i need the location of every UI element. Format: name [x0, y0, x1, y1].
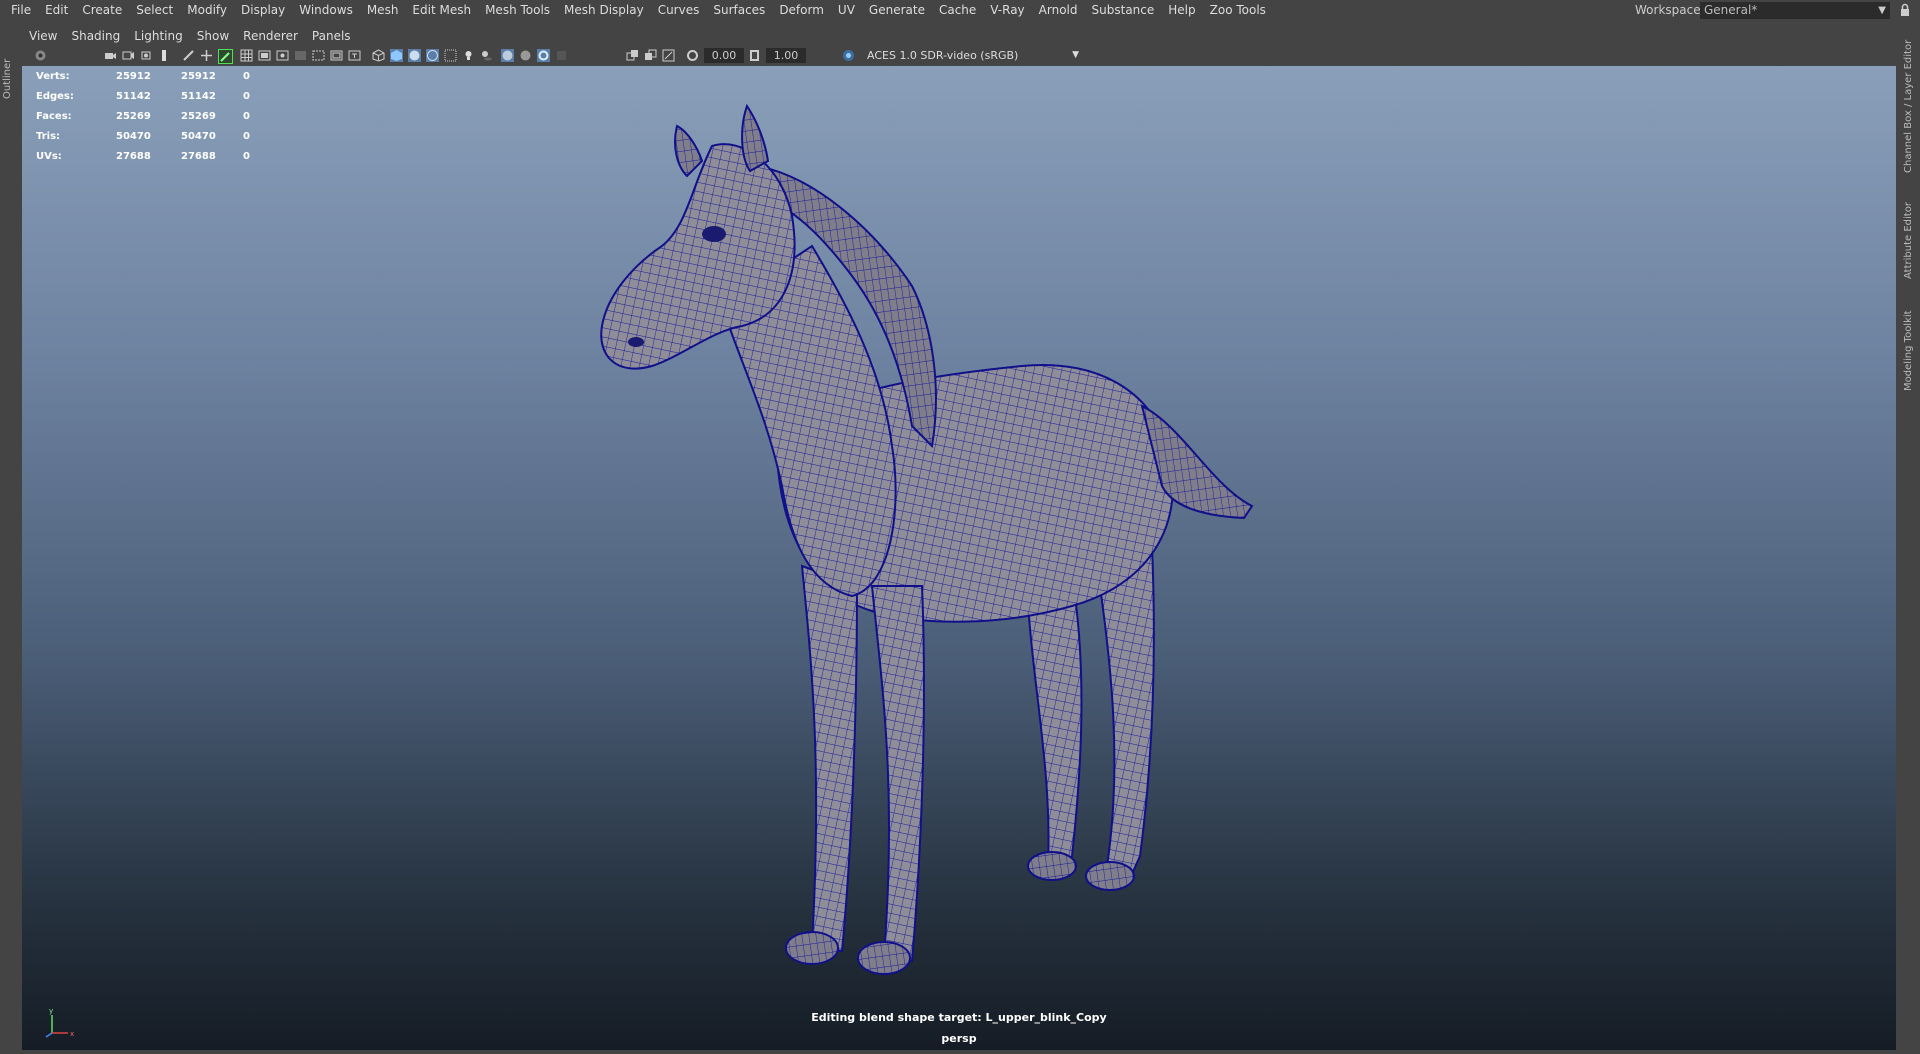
- camera-attributes-icon[interactable]: [122, 49, 135, 62]
- hud-row-edges: Edges: 51142 51142 0: [36, 91, 250, 102]
- view-transform-icon[interactable]: [842, 49, 855, 62]
- svg-text:y: y: [49, 1007, 53, 1015]
- motion-blur-icon[interactable]: [519, 49, 532, 62]
- grease-pencil-icon[interactable]: [200, 49, 213, 62]
- svg-text:x: x: [70, 1030, 74, 1038]
- wireframe-on-shaded-icon[interactable]: [408, 49, 421, 62]
- colorspace-select[interactable]: ACES 1.0 SDR-video (sRGB) ▼: [863, 48, 1083, 63]
- lock-icon[interactable]: [1897, 2, 1913, 18]
- panel-menu-show[interactable]: Show: [190, 29, 236, 43]
- workspace-value: General*: [1704, 3, 1758, 17]
- menu-edit-mesh[interactable]: Edit Mesh: [405, 0, 478, 21]
- hud-row-faces: Faces: 25269 25269 0: [36, 111, 250, 122]
- pencil-icon[interactable]: [218, 49, 233, 64]
- isolate-select-icon[interactable]: [626, 49, 639, 62]
- multisample-aa-icon[interactable]: [537, 49, 550, 62]
- hud-row-uvs: UVs: 27688 27688 0: [36, 151, 250, 162]
- menu-surfaces[interactable]: Surfaces: [706, 0, 772, 21]
- chevron-down-icon: ▼: [1878, 5, 1886, 16]
- use-all-lights-icon[interactable]: [444, 49, 457, 62]
- panel-menu-lighting[interactable]: Lighting: [127, 29, 190, 43]
- resolution-gate-icon[interactable]: [276, 49, 289, 62]
- menu-help[interactable]: Help: [1161, 0, 1202, 21]
- chevron-down-icon: ▼: [1072, 50, 1079, 60]
- grid-icon[interactable]: [240, 49, 253, 62]
- viewport-3d[interactable]: Verts: 25912 25912 0 Edges: 51142 51142 …: [22, 66, 1896, 1050]
- hud-row-verts: Verts: 25912 25912 0: [36, 71, 250, 82]
- gamma-reset-icon[interactable]: [748, 49, 761, 62]
- left-dock-strip: Outliner: [0, 21, 18, 1054]
- textured-icon[interactable]: [426, 49, 439, 62]
- menu-mesh-tools[interactable]: Mesh Tools: [478, 0, 557, 21]
- panel-menubar: View Shading Lighting Show Renderer Pane…: [22, 27, 1896, 45]
- panel-menu-view[interactable]: View: [22, 29, 64, 43]
- panel-toolbar: 0.00 1.00 ACES 1.0 SDR-video (sRGB) ▼: [22, 45, 1896, 66]
- menu-modify[interactable]: Modify: [180, 0, 234, 21]
- menu-deform[interactable]: Deform: [772, 0, 831, 21]
- panel-menu-shading[interactable]: Shading: [64, 29, 127, 43]
- panel-menu-panels[interactable]: Panels: [305, 29, 358, 43]
- shadows-icon[interactable]: [480, 49, 493, 62]
- menu-mesh-display[interactable]: Mesh Display: [557, 0, 651, 21]
- menu-vray[interactable]: V-Ray: [983, 0, 1031, 21]
- outliner-tab[interactable]: Outliner: [2, 51, 16, 106]
- xray-joints-icon[interactable]: [662, 49, 675, 62]
- camera-icon[interactable]: [104, 49, 117, 62]
- safe-action-icon[interactable]: [330, 49, 343, 62]
- menu-zoo-tools[interactable]: Zoo Tools: [1203, 0, 1273, 21]
- channel-box-tab[interactable]: Channel Box / Layer Editor: [1903, 31, 1917, 181]
- horse-mesh[interactable]: [22, 66, 1896, 1050]
- workspace-label: Workspace:: [1635, 3, 1705, 17]
- menu-edit[interactable]: Edit: [38, 0, 75, 21]
- menu-substance[interactable]: Substance: [1085, 0, 1162, 21]
- menu-mesh[interactable]: Mesh: [360, 0, 406, 21]
- colorspace-value: ACES 1.0 SDR-video (sRGB): [867, 49, 1019, 62]
- modeling-toolkit-tab[interactable]: Modeling Toolkit: [1903, 296, 1917, 406]
- gamma-field[interactable]: 1.00: [766, 48, 806, 63]
- wireframe-icon[interactable]: [372, 49, 385, 62]
- menu-cache[interactable]: Cache: [932, 0, 983, 21]
- select-camera-icon[interactable]: [34, 49, 47, 62]
- menu-uv[interactable]: UV: [831, 0, 862, 21]
- menu-create[interactable]: Create: [75, 0, 129, 21]
- hud-row-tris: Tris: 50470 50470 0: [36, 131, 250, 142]
- light-icon[interactable]: [462, 49, 475, 62]
- menu-file[interactable]: File: [4, 0, 38, 21]
- bookmark-icon[interactable]: [140, 49, 153, 62]
- poly-count-hud: Verts: 25912 25912 0 Edges: 51142 51142 …: [36, 67, 256, 167]
- right-dock-strip: Channel Box / Layer Editor Attribute Edi…: [1900, 21, 1920, 1054]
- main-menubar: File Edit Create Select Modify Display W…: [0, 0, 1920, 21]
- xray-icon[interactable]: [644, 49, 657, 62]
- menu-windows[interactable]: Windows: [292, 0, 360, 21]
- image-plane-icon[interactable]: [158, 49, 171, 62]
- menu-generate[interactable]: Generate: [862, 0, 932, 21]
- exposure-field[interactable]: 0.00: [704, 48, 744, 63]
- smooth-shade-icon[interactable]: [390, 49, 403, 62]
- depth-of-field-icon[interactable]: [555, 49, 568, 62]
- film-gate-icon[interactable]: [258, 49, 271, 62]
- menu-select[interactable]: Select: [129, 0, 180, 21]
- menu-arnold[interactable]: Arnold: [1032, 0, 1085, 21]
- workspace-select[interactable]: General* ▼: [1700, 2, 1890, 19]
- panel-menu-renderer[interactable]: Renderer: [236, 29, 305, 43]
- attribute-editor-tab[interactable]: Attribute Editor: [1903, 191, 1917, 291]
- 2d-pan-zoom-icon[interactable]: [182, 49, 195, 62]
- exposure-reset-icon[interactable]: [686, 49, 699, 62]
- menu-curves[interactable]: Curves: [651, 0, 707, 21]
- gate-mask-icon[interactable]: [294, 49, 307, 62]
- menu-display[interactable]: Display: [234, 0, 292, 21]
- camera-name: persp: [941, 1032, 977, 1045]
- screen-space-ao-icon[interactable]: [501, 49, 514, 62]
- axis-gizmo-icon: y x: [45, 1007, 74, 1038]
- hud-message: Editing blend shape target: L_upper_blin…: [811, 1011, 1107, 1024]
- field-chart-icon[interactable]: [312, 49, 325, 62]
- safe-title-icon[interactable]: [348, 49, 361, 62]
